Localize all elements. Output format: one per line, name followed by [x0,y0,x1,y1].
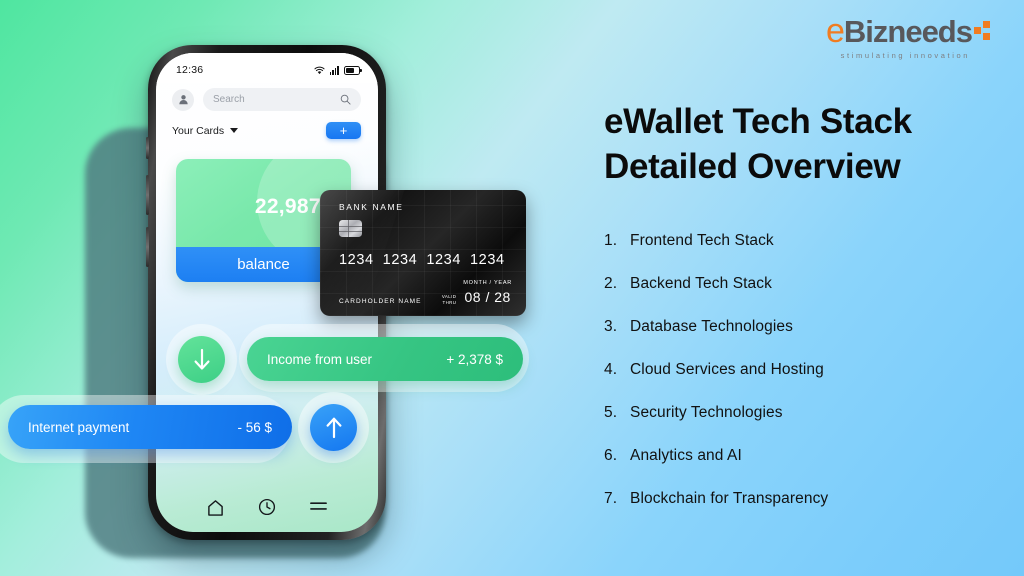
transaction-payment[interactable]: Internet payment - 56 $ [8,405,292,449]
status-time: 12:36 [176,64,204,76]
list-item: 5. Security Technologies [604,404,1004,422]
logo-name-text: Bizneeds [843,13,973,49]
card-number-group: 1234 [426,252,462,268]
valid-thru-line2: THRU [442,299,457,305]
bank-card[interactable]: BANK NAME 1234 1234 1234 1234 CARDHOLDER… [320,190,526,316]
expiry-value: 08 / 28 [464,289,511,305]
card-expiry: MONTH / YEAR 08 / 28 [463,271,512,307]
logo-squares-icon [974,21,994,41]
menu-icon[interactable] [309,500,328,514]
transaction-amount: + 2,378 $ [446,351,503,367]
emv-chip-icon [339,220,362,237]
list-item: 3. Database Technologies [604,318,1004,336]
page-title: eWallet Tech Stack Detailed Overview [604,100,1004,190]
list-item-label: Blockchain for Transparency [630,489,829,507]
search-placeholder: Search [213,94,245,105]
logo-wordmark: e Bizneeds [826,14,994,48]
list-item-label: Frontend Tech Stack [630,231,774,249]
your-cards-dropdown[interactable]: Your Cards [172,124,239,137]
list-item-number: 4. [604,360,618,378]
card-number-group: 1234 [339,252,374,268]
status-icons [314,65,362,75]
list-item-number: 7. [604,489,618,507]
list-item-label: Database Technologies [630,317,793,335]
clock-history-icon[interactable] [258,498,276,516]
list-item-number: 2. [604,274,618,292]
card-number: 1234 1234 1234 1234 [339,252,512,268]
phone-volume-down-button[interactable] [146,227,149,267]
topics-list: 1. Frontend Tech Stack 2. Backend Tech S… [604,232,1004,508]
chevron-down-icon [230,128,239,133]
transaction-income[interactable]: Income from user + 2,378 $ [247,337,523,381]
list-item-label: Security Technologies [630,403,783,421]
signal-bars-icon [329,65,339,75]
search-row: Search [156,83,378,111]
list-item: 1. Frontend Tech Stack [604,232,1004,250]
list-item-label: Cloud Services and Hosting [630,360,824,378]
arrow-down-icon [194,348,209,370]
page-title-line1: eWallet Tech Stack [604,102,912,141]
card-number-group: 1234 [382,252,418,268]
battery-icon [344,66,362,75]
logo-e-letter: e [825,12,845,50]
list-item-number: 6. [604,446,618,464]
arrow-up-icon [326,417,341,438]
brand-logo: e Bizneeds stimulating innovation [826,14,994,60]
income-arrow-button[interactable] [178,336,225,383]
search-input[interactable]: Search [203,88,361,111]
wifi-icon [314,66,325,74]
list-item: 4. Cloud Services and Hosting [604,361,1004,379]
list-item-label: Backend Tech Stack [630,274,772,292]
search-icon [340,94,351,105]
expiry-label: MONTH / YEAR [463,280,512,286]
balance-amount: 22,987 $ [254,195,339,218]
page-title-line2: Detailed Overview [604,146,901,186]
status-bar: 12:36 [156,53,378,83]
card-footer: CARDHOLDER NAME VALID THRU MONTH / YEAR … [339,271,512,307]
your-cards-label: Your Cards [172,124,225,137]
transaction-amount: - 56 $ [237,419,272,435]
logo-tagline: stimulating innovation [840,51,970,60]
content-panel: eWallet Tech Stack Detailed Overview 1. … [604,100,1004,533]
card-number-group: 1234 [470,252,505,268]
valid-thru-label: VALID THRU [442,294,456,307]
transaction-title: Internet payment [28,419,130,435]
bank-name: BANK NAME [339,202,404,212]
cardholder-label: CARDHOLDER NAME [339,298,422,305]
list-item-label: Analytics and AI [630,446,742,464]
user-avatar-icon[interactable] [172,88,194,111]
list-item: 2. Backend Tech Stack [604,275,1004,293]
valid-thru-line1: VALID [441,294,457,299]
home-icon[interactable] [206,499,225,516]
list-item: 6. Analytics and AI [604,447,1004,465]
list-item-number: 5. [604,403,618,421]
list-item-number: 3. [604,317,618,335]
add-card-button[interactable]: + [326,122,361,139]
bottom-nav [156,498,378,516]
cards-row: Your Cards + [156,111,378,139]
phone-volume-up-button[interactable] [146,175,149,215]
phone-mute-button[interactable] [146,137,149,159]
list-item: 7. Blockchain for Transparency [604,490,1004,508]
transaction-title: Income from user [267,351,373,367]
list-item-number: 1. [604,231,618,249]
payment-arrow-button[interactable] [310,404,357,451]
